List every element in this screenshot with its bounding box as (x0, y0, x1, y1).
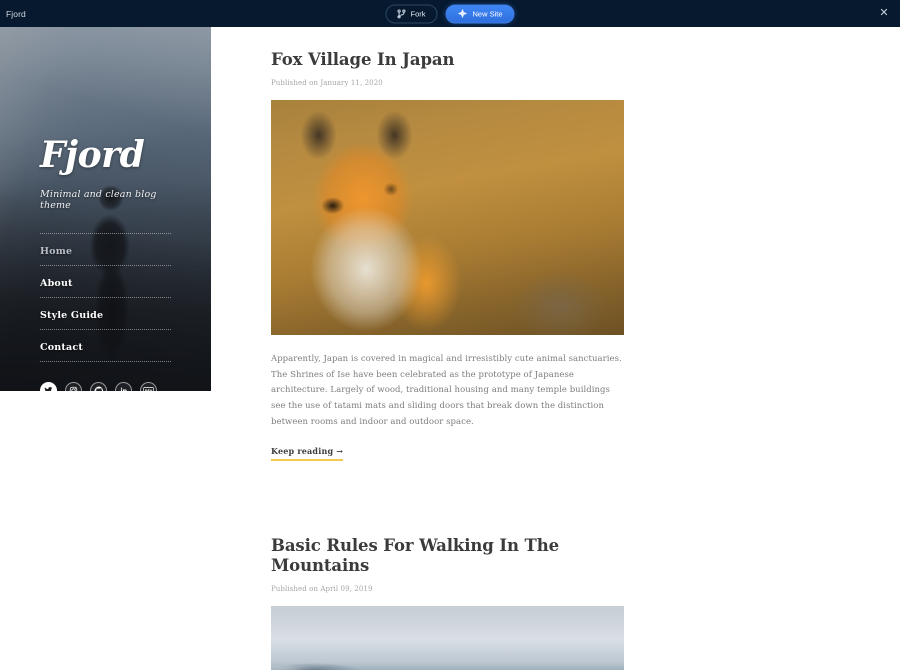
fork-icon (397, 9, 406, 18)
post-featured-image[interactable] (271, 99, 624, 335)
browser-preview-topbar: Fjord Fork New Site ✕ (0, 0, 900, 27)
svg-text:DEV: DEV (145, 389, 153, 391)
post-divider-space (271, 461, 624, 513)
sidebar-navigation: Home About Style Guide Contact (40, 233, 171, 362)
post-featured-image[interactable] (271, 605, 624, 670)
new-site-button[interactable]: New Site (445, 4, 515, 23)
topbar-site-title: Fjord (6, 8, 26, 19)
keep-reading-link[interactable]: Keep reading → (271, 446, 344, 462)
topbar-actions: Fork New Site (385, 4, 515, 23)
red-fox-photo (271, 99, 624, 335)
keep-reading-label: Keep reading (271, 446, 334, 457)
nav-row-contact: Contact (40, 329, 171, 362)
close-icon[interactable]: ✕ (876, 6, 892, 22)
brand-logo[interactable]: Fjord (40, 137, 171, 173)
brand-tagline: Minimal and clean blog theme (40, 189, 157, 211)
social-links: DEV (40, 382, 171, 391)
post-excerpt: Apparently, Japan is covered in magical … (271, 353, 622, 427)
linkedin-icon[interactable] (115, 382, 132, 391)
sidebar-item-home[interactable]: Home (40, 246, 72, 257)
fork-button[interactable]: Fork (385, 4, 438, 23)
post-fox-village: Fox Village In Japan Published on Januar… (271, 50, 624, 462)
github-icon[interactable] (90, 382, 107, 391)
post-list: Fox Village In Japan Published on Januar… (271, 27, 624, 670)
twitter-icon[interactable] (40, 382, 57, 391)
dev-icon[interactable]: DEV (140, 382, 157, 391)
post-basic-rules: Basic Rules For Walking In The Mountains… (271, 536, 624, 670)
post-title[interactable]: Basic Rules For Walking In The Mountains (271, 536, 624, 576)
nav-row-style-guide: Style Guide (40, 297, 171, 329)
sidebar-item-about[interactable]: About (40, 278, 73, 289)
site-sidebar: Fjord Minimal and clean blog theme Home … (0, 27, 211, 391)
netlify-logo-icon (457, 8, 468, 19)
post-date: Published on April 09, 2019 (271, 584, 373, 593)
sidebar-item-contact[interactable]: Contact (40, 342, 83, 353)
misty-mountain-photo (271, 605, 624, 670)
nav-row-about: About (40, 265, 171, 297)
post-date: Published on January 11, 2020 (271, 78, 383, 87)
post-title[interactable]: Fox Village In Japan (271, 50, 624, 70)
nav-row-home: Home (40, 233, 171, 265)
fork-button-label: Fork (410, 9, 426, 18)
new-site-button-label: New Site (472, 9, 503, 18)
arrow-right-icon: → (336, 446, 344, 457)
instagram-icon[interactable] (65, 382, 82, 391)
sidebar-item-style-guide[interactable]: Style Guide (40, 310, 103, 321)
site-preview: Fjord Minimal and clean blog theme Home … (0, 27, 900, 670)
